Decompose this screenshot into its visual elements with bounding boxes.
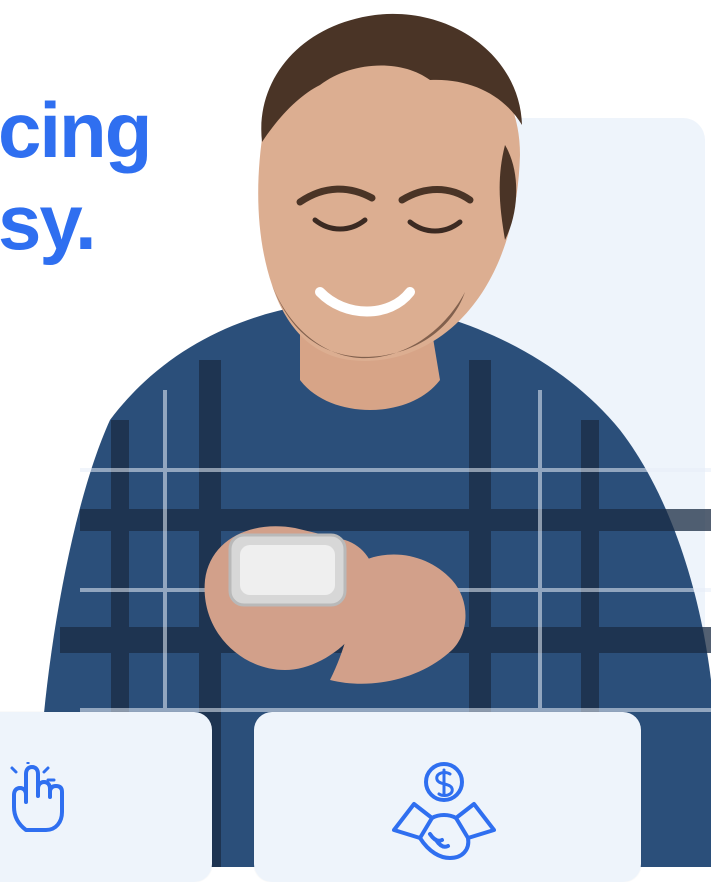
feature-card-click[interactable] [0,712,212,882]
money-handshake-icon [384,760,504,870]
headline-line-2: sy. [0,178,97,266]
feature-card-deal[interactable] [254,712,641,882]
headline-line-1: cing [0,86,152,174]
pointer-click-icon [8,762,66,832]
